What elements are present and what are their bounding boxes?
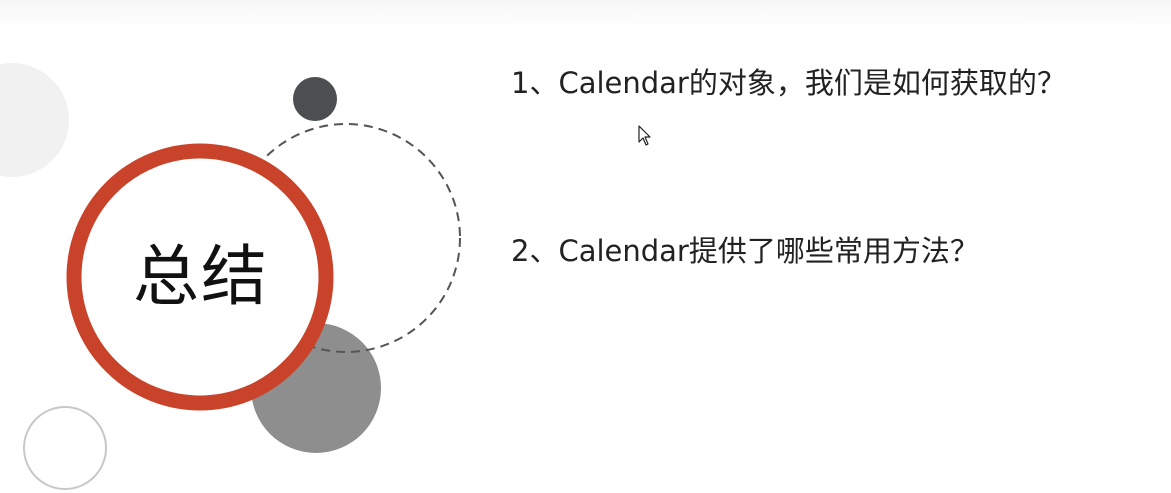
question-1: 1、Calendar的对象，我们是如何获取的？	[511, 66, 1066, 100]
slide-title: 总结	[133, 238, 269, 315]
mouse-pointer-icon	[638, 125, 651, 146]
dark-dot-circle	[293, 77, 337, 121]
light-gray-circle	[0, 63, 69, 177]
outline-circle	[23, 406, 107, 490]
question-2: 2、Calendar提供了哪些常用方法？	[511, 234, 979, 268]
slide-canvas: 总结 1、Calendar的对象，我们是如何获取的？ 2、Calendar提供了…	[0, 0, 1171, 493]
